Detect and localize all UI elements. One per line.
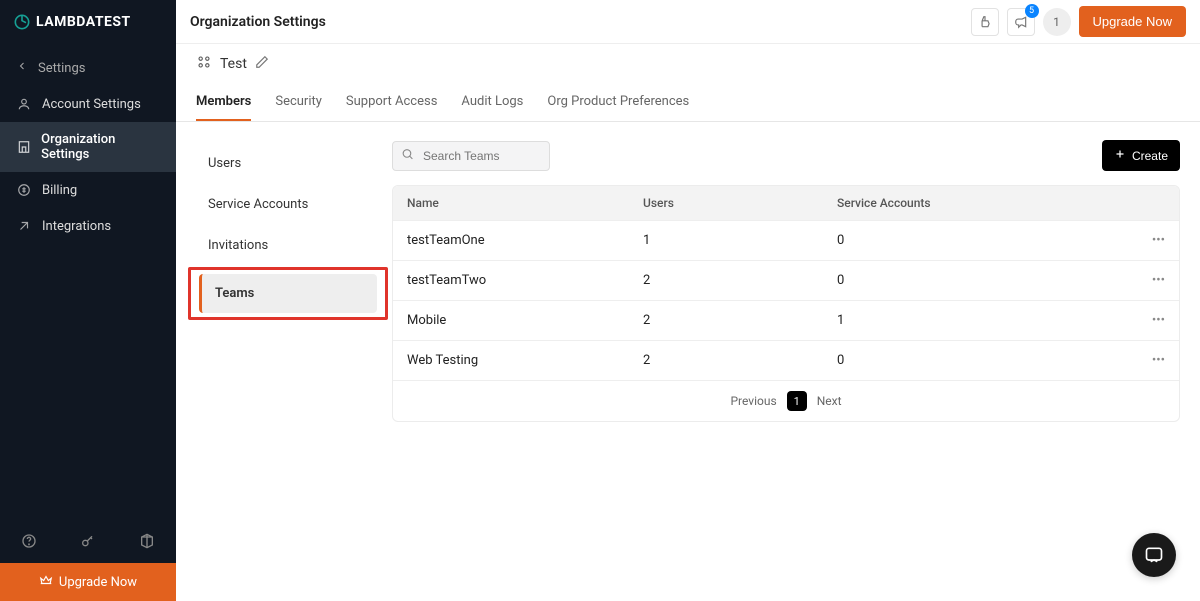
pagination-next[interactable]: Next (817, 394, 842, 408)
row-actions-icon[interactable]: ••• (1125, 353, 1165, 368)
th-name: Name (407, 196, 643, 210)
pagination-page[interactable]: 1 (787, 391, 807, 411)
tab-org-product-preferences[interactable]: Org Product Preferences (547, 84, 689, 121)
pagination-prev[interactable]: Previous (730, 394, 776, 408)
sub-item-teams[interactable]: Teams (199, 274, 377, 313)
tab-security[interactable]: Security (275, 84, 322, 121)
thumbs-icon-button[interactable] (971, 8, 999, 36)
upgrade-button[interactable]: Upgrade Now (1079, 6, 1187, 37)
logo-text: LAMBDATEST (36, 14, 131, 30)
nav-integrations[interactable]: Integrations (0, 208, 176, 244)
chevron-left-icon (16, 60, 28, 76)
sidebar-upgrade-button[interactable]: Upgrade Now (0, 563, 176, 601)
search-input[interactable] (392, 141, 550, 171)
cell-users: 2 (643, 353, 837, 368)
tab-support-access[interactable]: Support Access (346, 84, 438, 121)
cell-sa: 1 (837, 313, 1125, 328)
sub-item-invitations[interactable]: Invitations (192, 226, 384, 265)
page-title: Organization Settings (190, 14, 326, 30)
row-actions-icon[interactable]: ••• (1125, 273, 1165, 288)
edit-icon[interactable] (255, 55, 269, 73)
content: Test Members Security Support Access Aud… (176, 44, 1200, 601)
search-icon (401, 147, 414, 164)
nav: Settings Account Settings Organization S… (0, 44, 176, 523)
tab-members[interactable]: Members (196, 84, 251, 121)
plug-icon (16, 218, 32, 234)
crown-icon (39, 573, 53, 591)
pagination: Previous 1 Next (393, 380, 1179, 421)
table-row: Mobile 2 1 ••• (393, 300, 1179, 340)
nav-back-label: Settings (38, 61, 85, 76)
cell-name: Web Testing (407, 353, 643, 368)
nav-label: Organization Settings (41, 132, 160, 162)
table-header: Name Users Service Accounts (393, 186, 1179, 220)
row-actions-icon[interactable]: ••• (1125, 233, 1165, 248)
table-row: testTeamTwo 2 0 ••• (393, 260, 1179, 300)
row-actions-icon[interactable]: ••• (1125, 313, 1165, 328)
highlight-box: Teams (188, 267, 388, 320)
billing-icon (16, 182, 32, 198)
logo-icon (14, 14, 30, 30)
table-row: Web Testing 2 0 ••• (393, 340, 1179, 380)
topbar: Organization Settings 5 1 Upgrade Now (176, 0, 1200, 44)
table-row: testTeamOne 1 0 ••• (393, 220, 1179, 260)
tabs: Members Security Support Access Audit Lo… (176, 84, 1200, 122)
cell-name: testTeamOne (407, 233, 643, 248)
search-wrap (392, 141, 550, 171)
main-pane: Create Name Users Service Accounts testT… (392, 122, 1200, 442)
sidebar-bottom-icons (0, 523, 176, 563)
logo[interactable]: LAMBDATEST (0, 0, 176, 44)
sidebar: LAMBDATEST Settings Account Settings Org… (0, 0, 176, 601)
cell-sa: 0 (837, 353, 1125, 368)
th-users: Users (643, 196, 837, 210)
cell-name: testTeamTwo (407, 273, 643, 288)
announcement-icon-button[interactable]: 5 (1007, 8, 1035, 36)
sub-item-users[interactable]: Users (192, 144, 384, 183)
nav-label: Account Settings (42, 97, 141, 112)
toolbar: Create (392, 140, 1180, 171)
topbar-right: 5 1 Upgrade Now (971, 6, 1187, 37)
nav-billing[interactable]: Billing (0, 172, 176, 208)
chat-fab[interactable] (1132, 533, 1176, 577)
nav-label: Billing (42, 183, 77, 198)
sub-sidebar: Users Service Accounts Invitations Teams (176, 122, 392, 442)
cube-icon[interactable] (139, 533, 155, 553)
user-icon (16, 96, 32, 112)
th-service-accounts: Service Accounts (837, 196, 1125, 210)
cell-sa: 0 (837, 273, 1125, 288)
building-icon (16, 139, 31, 155)
tab-audit-logs[interactable]: Audit Logs (461, 84, 523, 121)
create-label: Create (1132, 149, 1168, 163)
create-button[interactable]: Create (1102, 140, 1180, 171)
nav-back[interactable]: Settings (0, 50, 176, 86)
breadcrumb-name: Test (220, 56, 247, 72)
cell-name: Mobile (407, 313, 643, 328)
breadcrumb-icon (196, 54, 212, 74)
nav-account-settings[interactable]: Account Settings (0, 86, 176, 122)
cell-users: 2 (643, 273, 837, 288)
members-body: Users Service Accounts Invitations Teams (176, 122, 1200, 442)
help-icon[interactable] (21, 533, 37, 553)
nav-label: Integrations (42, 219, 111, 234)
cell-users: 2 (643, 313, 837, 328)
sub-item-service-accounts[interactable]: Service Accounts (192, 185, 384, 224)
cell-users: 1 (643, 233, 837, 248)
key-icon[interactable] (80, 533, 96, 553)
teams-table: Name Users Service Accounts testTeamOne … (392, 185, 1180, 422)
avatar-count[interactable]: 1 (1043, 8, 1071, 36)
nav-organization-settings[interactable]: Organization Settings (0, 122, 176, 172)
breadcrumb: Test (176, 44, 1200, 84)
plus-icon (1114, 148, 1126, 163)
cell-sa: 0 (837, 233, 1125, 248)
notification-badge: 5 (1025, 4, 1039, 18)
sidebar-upgrade-label: Upgrade Now (59, 575, 137, 590)
